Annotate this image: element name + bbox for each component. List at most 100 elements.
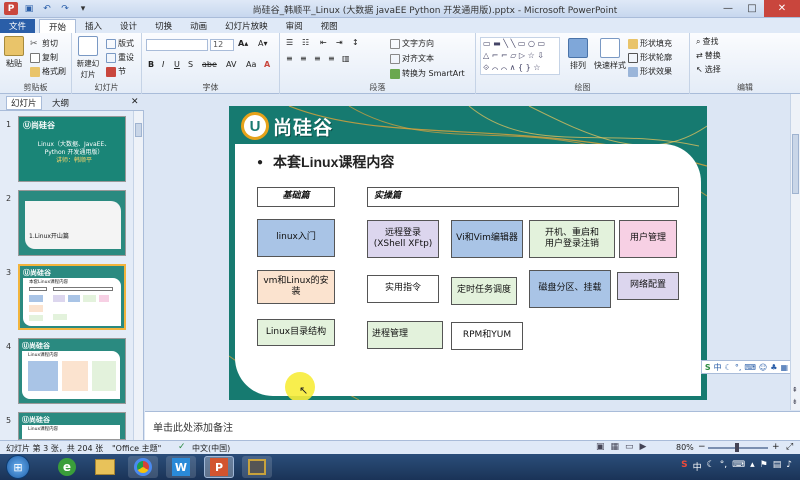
- layout-button[interactable]: 版式: [106, 38, 134, 49]
- slide-thumbnail-5[interactable]: Ⓤ尚硅谷 Linux课程内容: [18, 412, 126, 440]
- slide-thumbnail-4[interactable]: Ⓤ尚硅谷 Linux课程内容: [18, 338, 126, 404]
- slide-thumbnail-1[interactable]: Ⓤ尚硅谷 Linux（大数据、JavaEE、 Python 开发通用版） 讲师：…: [18, 116, 126, 182]
- underline-icon[interactable]: U: [174, 60, 180, 69]
- tray-network-icon[interactable]: ▤: [773, 460, 782, 473]
- numbering-icon[interactable]: ☷: [302, 38, 309, 47]
- reset-button[interactable]: 重设: [106, 52, 134, 63]
- save-icon[interactable]: ▣: [22, 2, 36, 15]
- next-slide-icon[interactable]: ⇟: [792, 398, 798, 406]
- taskbar-powerpoint-icon[interactable]: P: [204, 456, 234, 478]
- new-slide-button[interactable]: 新建幻灯片: [76, 36, 100, 80]
- shapes-gallery[interactable]: ▭ ▬ ╲ ╲ ▭ ○ ▭ △ ⌐ ⌐ ▱ ▷ ☆ ⇩ ⟐ ⌒ ⌒ ∧ { } ☆: [480, 37, 560, 75]
- char-spacing-icon[interactable]: AV: [226, 60, 236, 69]
- tab-outline-pane[interactable]: 大纲: [52, 97, 69, 109]
- find-button[interactable]: ⌕ 查找: [696, 36, 718, 47]
- topic-box[interactable]: vm和Linux的安装: [257, 270, 335, 304]
- topic-box[interactable]: Vi和Vim编辑器: [451, 220, 523, 258]
- topic-box[interactable]: 网络配置: [617, 272, 679, 300]
- italic-icon[interactable]: I: [162, 60, 164, 69]
- align-left-icon[interactable]: ≡: [286, 54, 293, 63]
- strikethrough-icon[interactable]: abe: [202, 60, 217, 69]
- ime-toolbar[interactable]: S 中 ☾ °, ⌨ ☺ ♣ ▦: [700, 360, 792, 374]
- powerpoint-app-icon[interactable]: P: [4, 2, 18, 15]
- tray-ime-icon[interactable]: 中: [693, 460, 702, 473]
- reading-view-icon[interactable]: ▭: [625, 442, 634, 452]
- zoom-in-icon[interactable]: +: [772, 442, 780, 452]
- tab-slideshow[interactable]: 幻灯片放映: [216, 19, 277, 33]
- basic-section-header[interactable]: 基础篇: [257, 187, 335, 207]
- ime-mode[interactable]: 中: [714, 362, 722, 373]
- font-color-icon[interactable]: A: [264, 60, 270, 69]
- justify-icon[interactable]: ≡: [328, 54, 335, 63]
- tab-file[interactable]: 文件: [0, 19, 36, 33]
- notes-placeholder[interactable]: 单击此处添加备注: [153, 419, 233, 434]
- topic-box[interactable]: 磁盘分区、挂载: [529, 270, 611, 308]
- maximize-button[interactable]: □: [740, 0, 764, 17]
- shape-fill-button[interactable]: 形状填充: [628, 38, 672, 49]
- tray-moon-icon[interactable]: ☾: [707, 460, 715, 473]
- tab-insert[interactable]: 插入: [76, 19, 111, 33]
- topic-box[interactable]: Linux目录结构: [257, 319, 335, 346]
- zoom-out-icon[interactable]: −: [698, 442, 706, 452]
- topic-box[interactable]: 远程登录 (XShell XFtp): [367, 220, 439, 258]
- taskbar-explorer-icon[interactable]: [90, 456, 120, 478]
- decrease-indent-icon[interactable]: ⇤: [320, 38, 327, 47]
- normal-view-icon[interactable]: ▣: [596, 442, 605, 452]
- topic-box[interactable]: 用户管理: [619, 220, 677, 258]
- customize-qat-icon[interactable]: ▾: [76, 2, 90, 15]
- align-center-icon[interactable]: ≡: [300, 54, 307, 63]
- topic-box[interactable]: 实用指令: [367, 275, 439, 303]
- topic-box[interactable]: 定时任务调度: [451, 277, 517, 305]
- bold-icon[interactable]: B: [148, 60, 154, 69]
- font-name-combo[interactable]: [146, 39, 208, 51]
- tab-slides-pane[interactable]: 幻灯片: [6, 96, 42, 110]
- paste-button[interactable]: 粘贴: [4, 36, 24, 69]
- shadow-icon[interactable]: S: [188, 60, 193, 69]
- tab-animations[interactable]: 动画: [181, 19, 216, 33]
- bullets-icon[interactable]: ☰: [286, 38, 293, 47]
- smartart-button[interactable]: 转换为 SmartArt: [390, 68, 465, 79]
- change-case-icon[interactable]: Aa: [246, 60, 256, 69]
- shrink-font-icon[interactable]: A▾: [258, 39, 268, 48]
- grow-font-icon[interactable]: A▴: [238, 39, 248, 48]
- slide-sorter-icon[interactable]: ▦: [611, 442, 620, 452]
- copy-button[interactable]: 复制: [30, 52, 58, 63]
- tray-keyboard-icon[interactable]: ⌨: [732, 460, 745, 473]
- minimize-button[interactable]: —: [716, 0, 740, 17]
- slide-thumbnail-3[interactable]: Ⓤ尚硅谷 本套Linux课程内容: [18, 264, 126, 330]
- tray-sogou-icon[interactable]: S: [681, 460, 687, 473]
- slideshow-icon[interactable]: ▶: [640, 442, 647, 452]
- section-button[interactable]: 节: [106, 66, 126, 77]
- tray-volume-icon[interactable]: ♪: [786, 460, 792, 473]
- topic-box[interactable]: RPM和YUM: [451, 322, 523, 350]
- tray-flag-icon[interactable]: ⚑: [760, 460, 768, 473]
- align-text-button[interactable]: 对齐文本: [390, 53, 434, 64]
- slide-canvas[interactable]: U 尚硅谷 ● 本套Linux课程内容 基础篇 实操篇 linux入门 vm和L…: [229, 106, 707, 400]
- topic-box[interactable]: linux入门: [257, 219, 335, 257]
- redo-icon[interactable]: ↷: [58, 2, 72, 15]
- cut-button[interactable]: ✂ 剪切: [30, 38, 58, 49]
- tab-design[interactable]: 设计: [111, 19, 146, 33]
- notes-pane[interactable]: 单击此处添加备注: [145, 411, 800, 440]
- tab-review[interactable]: 审阅: [277, 19, 312, 33]
- quick-styles-button[interactable]: 快速样式: [594, 38, 626, 71]
- tab-transitions[interactable]: 切换: [146, 19, 181, 33]
- language-indicator[interactable]: 中文(中国): [192, 443, 230, 454]
- replace-button[interactable]: ⇄ 替换: [696, 50, 721, 61]
- format-painter-button[interactable]: 格式刷: [30, 66, 66, 77]
- select-button[interactable]: ↖ 选择: [696, 64, 721, 75]
- zoom-slider-thumb[interactable]: [735, 443, 739, 452]
- fit-slide-icon[interactable]: ⤢: [786, 442, 793, 452]
- taskbar-recorder-icon[interactable]: [242, 456, 272, 478]
- taskbar-chrome-icon[interactable]: [128, 456, 158, 478]
- shape-effects-button[interactable]: 形状效果: [628, 66, 672, 77]
- scroll-thumb[interactable]: [135, 123, 142, 137]
- undo-icon[interactable]: ↶: [40, 2, 54, 15]
- slide-thumbnail-2[interactable]: 1.Linux开山篇: [18, 190, 126, 256]
- zoom-level[interactable]: 80%: [676, 443, 694, 452]
- topic-box[interactable]: 进程管理: [367, 321, 443, 349]
- start-button-icon[interactable]: ⊞: [6, 455, 30, 479]
- columns-icon[interactable]: ▥: [342, 54, 350, 63]
- scroll-thumb[interactable]: [792, 134, 799, 194]
- editor-scrollbar[interactable]: ⇞ ⇟: [790, 94, 800, 410]
